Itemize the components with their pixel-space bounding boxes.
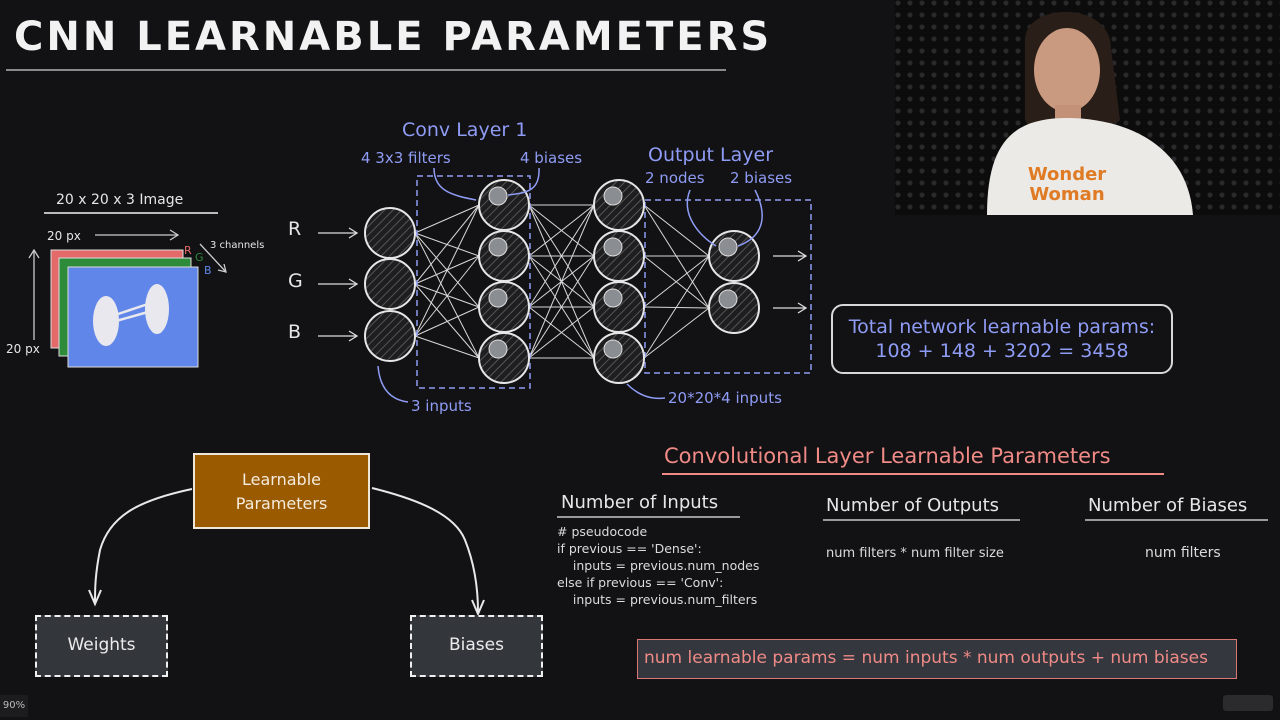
neuron-layer1-3 [478, 332, 530, 384]
connection-edge [414, 306, 480, 337]
flatten-arrow [626, 383, 666, 400]
neuron-layer0-1 [364, 258, 416, 310]
player-control[interactable] [1223, 695, 1273, 711]
total-params-line2: 108 + 148 + 3202 = 3458 [875, 340, 1129, 362]
col-head-outputs: Number of Outputs [826, 495, 1000, 516]
weights-node: Weights [35, 615, 168, 677]
connection-edge [643, 307, 710, 359]
neuron-layer2-3 [593, 332, 645, 384]
col-rule-biases [1085, 519, 1268, 521]
connection-edge [414, 204, 480, 234]
conv-section-title: Convolutional Layer Learnable Parameters [664, 444, 1111, 468]
bias-dot [603, 339, 623, 359]
filters-arrow [433, 167, 477, 201]
neuron-layer1-2 [478, 281, 530, 333]
shirt-print: Wonder [1028, 164, 1106, 185]
annotation-arrows [377, 167, 763, 403]
output-layer-title: Output Layer [648, 144, 774, 166]
col-rule-outputs [823, 519, 1020, 521]
input-label-b: B [288, 321, 302, 343]
neuron-layer2-2 [593, 281, 645, 333]
outputs-formula: num filters * num filter size [826, 546, 1004, 561]
output-arrow [773, 250, 808, 262]
network-diagram [318, 167, 812, 403]
bias-dot [718, 289, 738, 309]
bias-dot [488, 237, 508, 257]
conv-filters-label: 4 3x3 filters [361, 149, 451, 167]
learnable-params-formula: num learnable params = num inputs * num … [637, 639, 1237, 679]
col-head-inputs: Number of Inputs [561, 492, 719, 513]
bias-dot [603, 288, 623, 308]
biases-node: Biases [410, 615, 543, 677]
svg-text:Woman: Woman [1029, 184, 1104, 205]
neuron-layer0-0 [364, 207, 416, 259]
output-biases-label: 2 biases [730, 169, 793, 187]
total-params-line1: Total network learnable params: [848, 316, 1156, 338]
connection-edge [414, 204, 480, 337]
col-rule-inputs [557, 516, 740, 518]
pseudocode-block: # pseudocode if previous == 'Dense': inp… [557, 524, 760, 607]
learnable-parameters-label: Learnable Parameters [235, 470, 328, 513]
neuron-layer1-0 [478, 179, 530, 231]
neuron-layer2-1 [593, 230, 645, 282]
connection-edge [643, 204, 710, 257]
col-head-biases: Number of Biases [1088, 495, 1248, 516]
conv-biases-label: 4 biases [520, 149, 583, 167]
flatten-note: 20*20*4 inputs [668, 389, 782, 407]
left-branch-arrow [94, 488, 193, 603]
conv-section-underline [662, 473, 1164, 475]
biases-formula: num filters [1145, 545, 1221, 561]
inputs-arrow [377, 365, 409, 403]
bias-dot [488, 339, 508, 359]
neuron-layer2-0 [593, 179, 645, 231]
right-branch-arrow [371, 487, 479, 613]
conv-layer-title: Conv Layer 1 [402, 119, 528, 141]
output-nodes-arrow [686, 189, 717, 247]
neuron-layer3-1 [708, 282, 760, 334]
output-nodes-label: 2 nodes [645, 169, 705, 187]
total-params-box: Total network learnable params: 108 + 14… [831, 304, 1173, 374]
bias-dot [718, 237, 738, 257]
input-label-g: G [288, 270, 303, 292]
input-arrow [318, 330, 359, 342]
bias-dot [603, 237, 623, 257]
output-arrow [773, 302, 808, 314]
input-arrow [318, 278, 359, 290]
zoom-level-indicator[interactable]: 90% [0, 695, 28, 717]
input-arrow [318, 227, 359, 239]
inputs-note: 3 inputs [411, 397, 472, 415]
presenter-silhouette: Wonder Woman [987, 11, 1193, 215]
bias-dot [488, 288, 508, 308]
bias-dot [603, 186, 623, 206]
neuron-layer1-1 [478, 230, 530, 282]
input-label-r: R [288, 218, 302, 240]
presenter-webcam: Wonder Woman [895, 0, 1280, 215]
neuron-layer0-2 [364, 310, 416, 362]
learnable-parameters-node: Learnable Parameters [193, 453, 370, 529]
bias-dot [488, 186, 508, 206]
